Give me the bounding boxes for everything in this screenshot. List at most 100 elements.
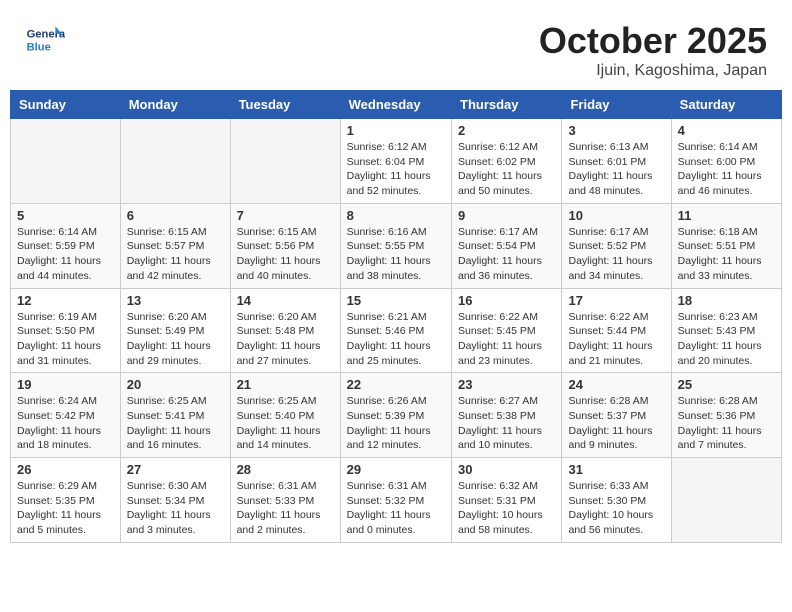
day-number: 9 [458,208,555,223]
location-title: Ijuin, Kagoshima, Japan [539,62,767,80]
day-info: Sunrise: 6:31 AM Sunset: 5:33 PM Dayligh… [237,479,334,538]
day-info: Sunrise: 6:30 AM Sunset: 5:34 PM Dayligh… [127,479,224,538]
weekday-header-tuesday: Tuesday [230,91,340,119]
day-number: 24 [568,377,664,392]
day-info: Sunrise: 6:28 AM Sunset: 5:37 PM Dayligh… [568,394,664,453]
day-info: Sunrise: 6:14 AM Sunset: 6:00 PM Dayligh… [678,140,775,199]
calendar-day-30: 30 Sunrise: 6:32 AM Sunset: 5:31 PM Dayli… [452,458,562,543]
weekday-header-friday: Friday [562,91,671,119]
day-number: 11 [678,208,775,223]
day-info: Sunrise: 6:13 AM Sunset: 6:01 PM Dayligh… [568,140,664,199]
calendar-day-26: 26 Sunrise: 6:29 AM Sunset: 5:35 PM Dayli… [11,458,121,543]
day-number: 26 [17,462,114,477]
day-info: Sunrise: 6:17 AM Sunset: 5:52 PM Dayligh… [568,225,664,284]
calendar-day-empty [671,458,781,543]
day-number: 23 [458,377,555,392]
calendar-day-21: 21Sunrise: 6:25 AM Sunset: 5:40 PM Dayli… [230,373,340,458]
day-number: 17 [568,293,664,308]
day-info: Sunrise: 6:17 AM Sunset: 5:54 PM Dayligh… [458,225,555,284]
day-info: Sunrise: 6:22 AM Sunset: 5:45 PM Dayligh… [458,310,555,369]
header: General Blue October 2025 Ijuin, Kagoshi… [10,10,782,85]
day-info: Sunrise: 6:19 AM Sunset: 5:50 PM Dayligh… [17,310,114,369]
day-info: Sunrise: 6:12 AM Sunset: 6:02 PM Dayligh… [458,140,555,199]
day-info: Sunrise: 6:32 AM Sunset: 5:31 PM Dayligh… [458,479,555,538]
calendar-day-23: 23Sunrise: 6:27 AM Sunset: 5:38 PM Dayli… [452,373,562,458]
calendar-day-18: 18 Sunrise: 6:23 AM Sunset: 5:43 PM Dayli… [671,288,781,373]
day-info: Sunrise: 6:23 AM Sunset: 5:43 PM Dayligh… [678,310,775,369]
day-info: Sunrise: 6:20 AM Sunset: 5:49 PM Dayligh… [127,310,224,369]
calendar-day-28: 28 Sunrise: 6:31 AM Sunset: 5:33 PM Dayli… [230,458,340,543]
calendar-day-29: 29 Sunrise: 6:31 AM Sunset: 5:32 PM Dayli… [340,458,451,543]
day-number: 29 [347,462,445,477]
day-number: 28 [237,462,334,477]
day-info: Sunrise: 6:25 AM Sunset: 5:40 PM Dayligh… [237,394,334,453]
weekday-header-monday: Monday [120,91,230,119]
calendar-day-13: 13 Sunrise: 6:20 AM Sunset: 5:49 PM Dayli… [120,288,230,373]
calendar-day-5: 5 Sunrise: 6:14 AM Sunset: 5:59 PM Daylig… [11,203,121,288]
day-number: 6 [127,208,224,223]
day-info: Sunrise: 6:31 AM Sunset: 5:32 PM Dayligh… [347,479,445,538]
calendar-day-4: 4 Sunrise: 6:14 AM Sunset: 6:00 PM Daylig… [671,119,781,204]
calendar-day-24: 24 Sunrise: 6:28 AM Sunset: 5:37 PM Dayli… [562,373,671,458]
day-info: Sunrise: 6:24 AM Sunset: 5:42 PM Dayligh… [17,394,114,453]
day-number: 12 [17,293,114,308]
calendar-day-22: 22Sunrise: 6:26 AM Sunset: 5:39 PM Dayli… [340,373,451,458]
day-info: Sunrise: 6:28 AM Sunset: 5:36 PM Dayligh… [678,394,775,453]
weekday-header-row: SundayMondayTuesdayWednesdayThursdayFrid… [11,91,782,119]
title-area: October 2025 Ijuin, Kagoshima, Japan [539,20,767,80]
day-info: Sunrise: 6:22 AM Sunset: 5:44 PM Dayligh… [568,310,664,369]
day-info: Sunrise: 6:29 AM Sunset: 5:35 PM Dayligh… [17,479,114,538]
calendar-day-3: 3Sunrise: 6:13 AM Sunset: 6:01 PM Daylig… [562,119,671,204]
day-info: Sunrise: 6:21 AM Sunset: 5:46 PM Dayligh… [347,310,445,369]
calendar-day-empty [120,119,230,204]
day-number: 15 [347,293,445,308]
day-info: Sunrise: 6:33 AM Sunset: 5:30 PM Dayligh… [568,479,664,538]
day-number: 31 [568,462,664,477]
day-info: Sunrise: 6:15 AM Sunset: 5:57 PM Dayligh… [127,225,224,284]
day-info: Sunrise: 6:16 AM Sunset: 5:55 PM Dayligh… [347,225,445,284]
day-number: 19 [17,377,114,392]
day-info: Sunrise: 6:20 AM Sunset: 5:48 PM Dayligh… [237,310,334,369]
calendar-day-10: 10 Sunrise: 6:17 AM Sunset: 5:52 PM Dayli… [562,203,671,288]
calendar-day-2: 2 Sunrise: 6:12 AM Sunset: 6:02 PM Daylig… [452,119,562,204]
day-number: 2 [458,123,555,138]
day-number: 4 [678,123,775,138]
calendar-day-15: 15 Sunrise: 6:21 AM Sunset: 5:46 PM Dayli… [340,288,451,373]
day-info: Sunrise: 6:12 AM Sunset: 6:04 PM Dayligh… [347,140,445,199]
calendar-day-9: 9 Sunrise: 6:17 AM Sunset: 5:54 PM Daylig… [452,203,562,288]
day-info: Sunrise: 6:25 AM Sunset: 5:41 PM Dayligh… [127,394,224,453]
day-number: 27 [127,462,224,477]
logo: General Blue [25,20,69,60]
calendar-day-14: 14Sunrise: 6:20 AM Sunset: 5:48 PM Dayli… [230,288,340,373]
day-number: 10 [568,208,664,223]
weekday-header-wednesday: Wednesday [340,91,451,119]
calendar-day-empty [230,119,340,204]
day-number: 5 [17,208,114,223]
calendar-day-1: 1 Sunrise: 6:12 AM Sunset: 6:04 PM Daylig… [340,119,451,204]
day-number: 30 [458,462,555,477]
calendar-day-25: 25 Sunrise: 6:28 AM Sunset: 5:36 PM Dayli… [671,373,781,458]
calendar-day-19: 19 Sunrise: 6:24 AM Sunset: 5:42 PM Dayli… [11,373,121,458]
weekday-header-thursday: Thursday [452,91,562,119]
day-number: 13 [127,293,224,308]
day-info: Sunrise: 6:15 AM Sunset: 5:56 PM Dayligh… [237,225,334,284]
day-number: 18 [678,293,775,308]
day-number: 1 [347,123,445,138]
calendar-week-row: 26 Sunrise: 6:29 AM Sunset: 5:35 PM Dayli… [11,458,782,543]
day-info: Sunrise: 6:14 AM Sunset: 5:59 PM Dayligh… [17,225,114,284]
calendar-day-6: 6 Sunrise: 6:15 AM Sunset: 5:57 PM Daylig… [120,203,230,288]
day-number: 25 [678,377,775,392]
day-number: 7 [237,208,334,223]
svg-text:Blue: Blue [27,41,51,53]
day-number: 20 [127,377,224,392]
day-number: 8 [347,208,445,223]
calendar-day-11: 11Sunrise: 6:18 AM Sunset: 5:51 PM Dayli… [671,203,781,288]
calendar-week-row: 1 Sunrise: 6:12 AM Sunset: 6:04 PM Daylig… [11,119,782,204]
svg-text:General: General [27,29,65,41]
weekday-header-sunday: Sunday [11,91,121,119]
weekday-header-saturday: Saturday [671,91,781,119]
calendar-day-empty [11,119,121,204]
day-number: 16 [458,293,555,308]
calendar-week-row: 19 Sunrise: 6:24 AM Sunset: 5:42 PM Dayli… [11,373,782,458]
month-title: October 2025 [539,20,767,62]
